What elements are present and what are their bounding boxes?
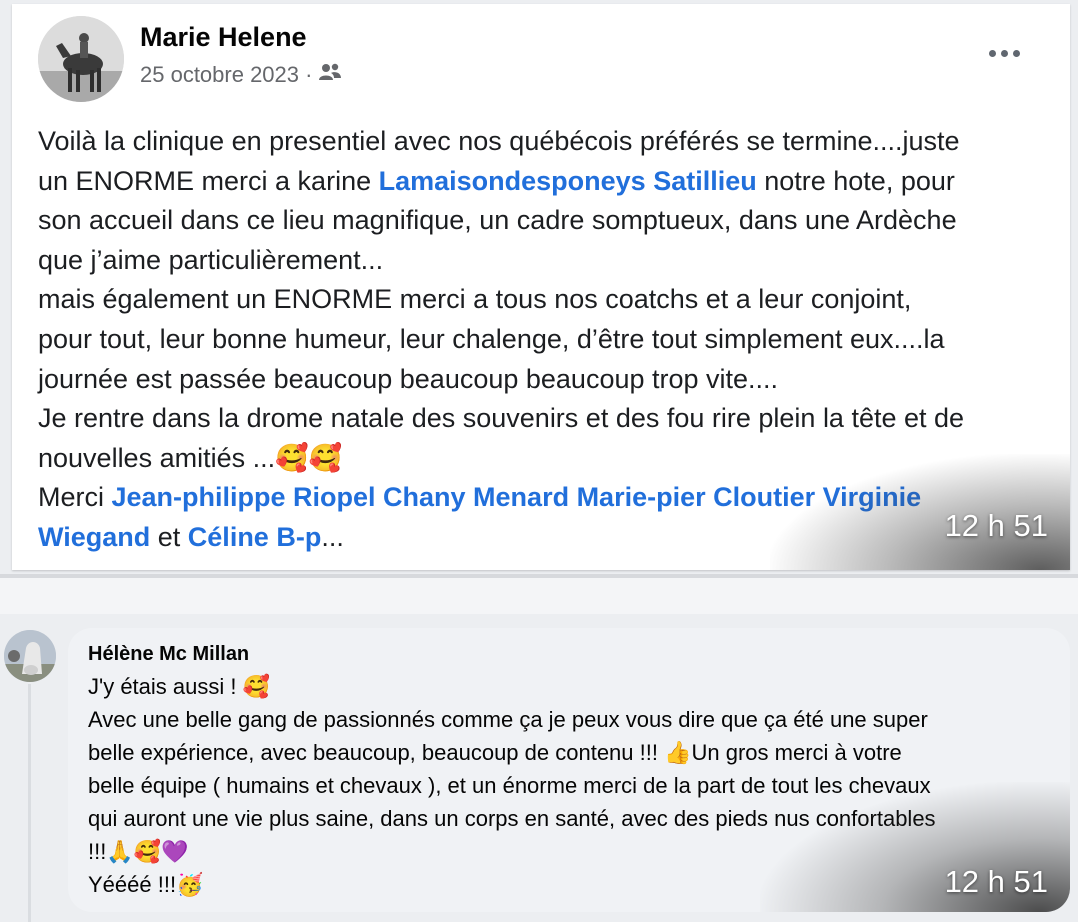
post-date[interactable]: 25 octobre 2023 · — [140, 62, 312, 88]
emoji-group: 🙏🥰💜 — [106, 840, 189, 865]
post-line: Wiegand et Céline B-p... — [38, 521, 344, 552]
post-line: nouvelles amitiés ...🥰🥰 — [38, 442, 343, 474]
post-line: Merci Jean-philippe Riopel Chany Menard … — [38, 482, 922, 513]
comment-text: J'y étais aussi ! 🥰 Avec une belle gang … — [88, 670, 1063, 901]
post-line: Je rentre dans la drome natale des souve… — [38, 403, 965, 434]
comment-line: !!!🙏🥰💜 — [88, 839, 189, 865]
post-line: mais également un ENORME merci a tous no… — [38, 284, 912, 315]
mention-link[interactable]: Wiegand — [38, 522, 150, 552]
mention-link[interactable]: Céline B-p — [188, 522, 322, 552]
screenshot: Marie Helene 25 octobre 2023 · Voilà la … — [0, 0, 1078, 922]
post-line: que j’aime particulièrement... — [38, 244, 384, 275]
comment-line: Yéééé !!!🥳 — [88, 872, 204, 898]
smiling-hearts-emoji: 🥰🥰 — [275, 442, 343, 474]
comment-bubble: Hélène Mc Millan J'y étais aussi ! 🥰 Ave… — [68, 628, 1070, 912]
thread-line — [28, 684, 31, 922]
friends-icon — [318, 62, 342, 88]
post-line: journée est passée beaucoup beaucoup bea… — [38, 363, 779, 394]
comment-line: belle équipe ( humains et chevaux ), et … — [88, 773, 931, 798]
overlay-timestamp: 12 h 51 — [944, 508, 1048, 543]
comment-line: belle expérience, avec beaucoup, beaucou… — [88, 740, 902, 766]
post-text: Voilà la clinique en presentiel avec nos… — [38, 122, 1053, 558]
mention-link[interactable]: Lamaisondesponeys Satillieu — [379, 166, 757, 196]
commenter-avatar[interactable] — [4, 630, 56, 682]
comment-line: qui auront une vie plus saine, dans un c… — [88, 806, 936, 831]
comment-line: J'y étais aussi ! 🥰 — [88, 674, 270, 700]
horse-photo — [4, 630, 56, 682]
post-line: son accueil dans ce lieu magnifique, un … — [38, 205, 957, 236]
more-options-icon[interactable] — [983, 44, 1026, 63]
party-face-emoji: 🥳 — [176, 873, 204, 898]
post-card: Marie Helene 25 octobre 2023 · Voilà la … — [12, 4, 1070, 570]
comment-line: Avec une belle gang de passionnés comme … — [88, 707, 928, 732]
mention-link[interactable]: Jean-philippe Riopel Chany Menard Marie-… — [112, 482, 922, 512]
smiling-hearts-emoji: 🥰 — [242, 675, 270, 700]
author-avatar[interactable] — [38, 16, 124, 102]
divider — [0, 578, 1078, 614]
comment-author-name[interactable]: Hélène Mc Millan — [88, 643, 249, 666]
post-line: Voilà la clinique en presentiel avec nos… — [38, 126, 960, 156]
post-author-name[interactable]: Marie Helene — [140, 22, 307, 53]
post-line: pour tout, leur bonne humeur, leur chale… — [38, 323, 945, 354]
horse-rider-photo — [38, 16, 124, 102]
overlay-timestamp: 12 h 51 — [944, 864, 1048, 899]
post-line: un ENORME merci a karine Lamaisondespone… — [38, 165, 955, 196]
thumbs-up-emoji: 👍 — [664, 741, 692, 766]
post-meta: 25 octobre 2023 · — [140, 62, 342, 88]
